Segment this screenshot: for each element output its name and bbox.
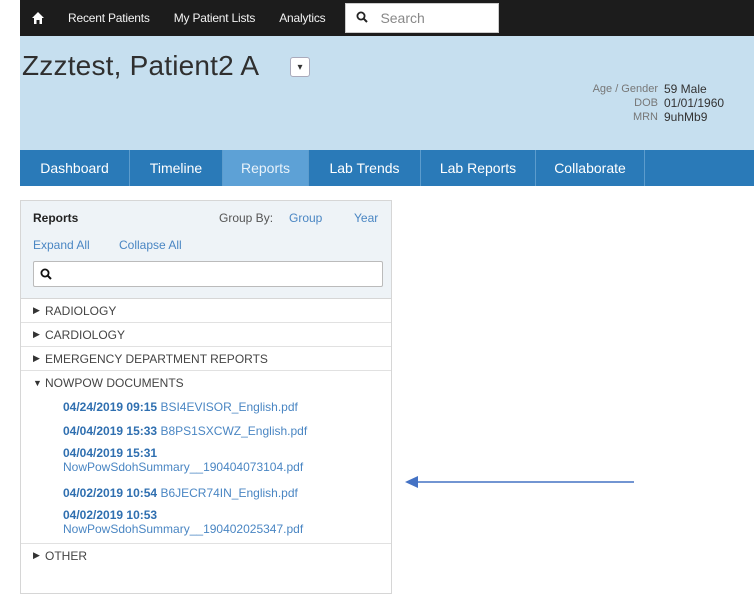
age-gender-value: 59 Male — [664, 82, 707, 96]
document-datetime: 04/04/2019 15:31 — [63, 446, 158, 460]
category-nowpow-documents[interactable]: ▼ NOWPOW DOCUMENTS — [21, 371, 391, 395]
caret-right-icon: ▶ — [33, 550, 40, 560]
annotation-arrow-icon — [405, 476, 634, 488]
home-icon — [32, 12, 44, 24]
search-input[interactable]: Search — [345, 3, 500, 33]
nav-my-patient-lists[interactable]: My Patient Lists — [162, 0, 268, 36]
category-other[interactable]: ▶ OTHER — [21, 543, 391, 567]
reports-panel: Reports Group By: Group Year Expand All … — [20, 200, 392, 594]
collapse-all-link[interactable]: Collapse All — [119, 238, 182, 252]
document-datetime: 04/02/2019 10:53 — [63, 508, 158, 522]
category-label: NOWPOW DOCUMENTS — [45, 376, 184, 390]
tab-reports[interactable]: Reports — [223, 150, 309, 186]
document-filename: BSI4EVISOR_English.pdf — [160, 400, 298, 414]
tab-lab-reports[interactable]: Lab Reports — [421, 150, 536, 186]
document-datetime: 04/02/2019 10:54 — [63, 486, 158, 500]
category-label: CARDIOLOGY — [45, 327, 126, 342]
dob-label: DOB — [634, 97, 658, 109]
document-link[interactable]: 04/02/2019 10:54 B6JECR74IN_English.pdf — [63, 481, 391, 505]
group-by-year-link[interactable]: Year — [354, 211, 378, 225]
dob-value: 01/01/1960 — [664, 96, 725, 110]
document-filename: NowPowSdohSummary__190404073104.pdf — [63, 460, 304, 474]
document-filename: B6JECR74IN_English.pdf — [160, 486, 298, 500]
chevron-down-icon: ▾ — [297, 61, 303, 73]
nav-analytics[interactable]: Analytics — [267, 0, 337, 36]
patient-menu-button[interactable]: ▾ — [290, 57, 310, 77]
search-icon — [40, 268, 52, 280]
caret-right-icon: ▶ — [33, 329, 40, 339]
category-radiology[interactable]: ▶ RADIOLOGY — [21, 299, 391, 323]
caret-down-icon: ▼ — [33, 378, 42, 388]
top-nav-bar: Recent Patients My Patient Lists Analyti… — [20, 0, 754, 36]
caret-right-icon: ▶ — [33, 353, 40, 363]
home-button[interactable] — [20, 0, 56, 36]
category-label: EMERGENCY DEPARTMENT REPORTS — [45, 351, 268, 366]
document-datetime: 04/24/2019 09:15 — [63, 400, 158, 414]
category-label: OTHER — [45, 548, 87, 563]
category-label: RADIOLOGY — [45, 303, 117, 318]
main-tabs: Dashboard Timeline Reports Lab Trends La… — [20, 150, 754, 186]
document-datetime: 04/04/2019 15:33 — [63, 424, 158, 438]
tab-timeline[interactable]: Timeline — [130, 150, 223, 186]
category-cardiology[interactable]: ▶ CARDIOLOGY — [21, 323, 391, 347]
mrn-value: 9uhMb9 — [664, 110, 708, 124]
group-by-group-link[interactable]: Group — [289, 211, 322, 225]
search-placeholder: Search — [380, 10, 425, 26]
category-emergency-department-reports[interactable]: ▶ EMERGENCY DEPARTMENT REPORTS — [21, 347, 391, 371]
tab-lab-trends[interactable]: Lab Trends — [309, 150, 421, 186]
document-link[interactable]: 04/24/2019 09:15 BSI4EVISOR_English.pdf — [63, 395, 391, 419]
document-link[interactable]: 04/04/2019 15:33 B8PS1SXCWZ_English.pdf — [63, 419, 391, 443]
reports-title: Reports — [33, 211, 79, 225]
nowpow-document-list: 04/24/2019 09:15 BSI4EVISOR_English.pdf … — [21, 395, 391, 543]
patient-header: Zzztest, Patient2 A ▾ Age / Gender 59 Ma… — [20, 36, 754, 150]
reports-panel-header: Reports Group By: Group Year Expand All … — [21, 201, 391, 299]
document-filename: NowPowSdohSummary__190402025347.pdf — [63, 522, 304, 536]
caret-right-icon: ▶ — [33, 305, 40, 315]
mrn-label: MRN — [632, 111, 658, 123]
nav-recent-patients[interactable]: Recent Patients — [56, 0, 162, 36]
age-gender-label: Age / Gender — [592, 83, 658, 95]
document-link[interactable]: 04/04/2019 15:31 NowPowSdohSummary__1904… — [63, 443, 391, 481]
tab-collaborate[interactable]: Collaborate — [536, 150, 645, 186]
document-link[interactable]: 04/02/2019 10:53 NowPowSdohSummary__1904… — [63, 505, 391, 543]
group-by-label: Group By: — [219, 211, 274, 225]
search-icon — [356, 10, 369, 26]
expand-all-link[interactable]: Expand All — [33, 238, 90, 252]
tab-dashboard[interactable]: Dashboard — [20, 150, 130, 186]
patient-name: Zzztest, Patient2 A — [22, 50, 260, 81]
document-filename: B8PS1SXCWZ_English.pdf — [160, 424, 308, 438]
reports-search-input[interactable] — [33, 261, 383, 287]
patient-demographics: Age / Gender 59 Male DOB 01/01/1960 MRN … — [593, 82, 752, 124]
